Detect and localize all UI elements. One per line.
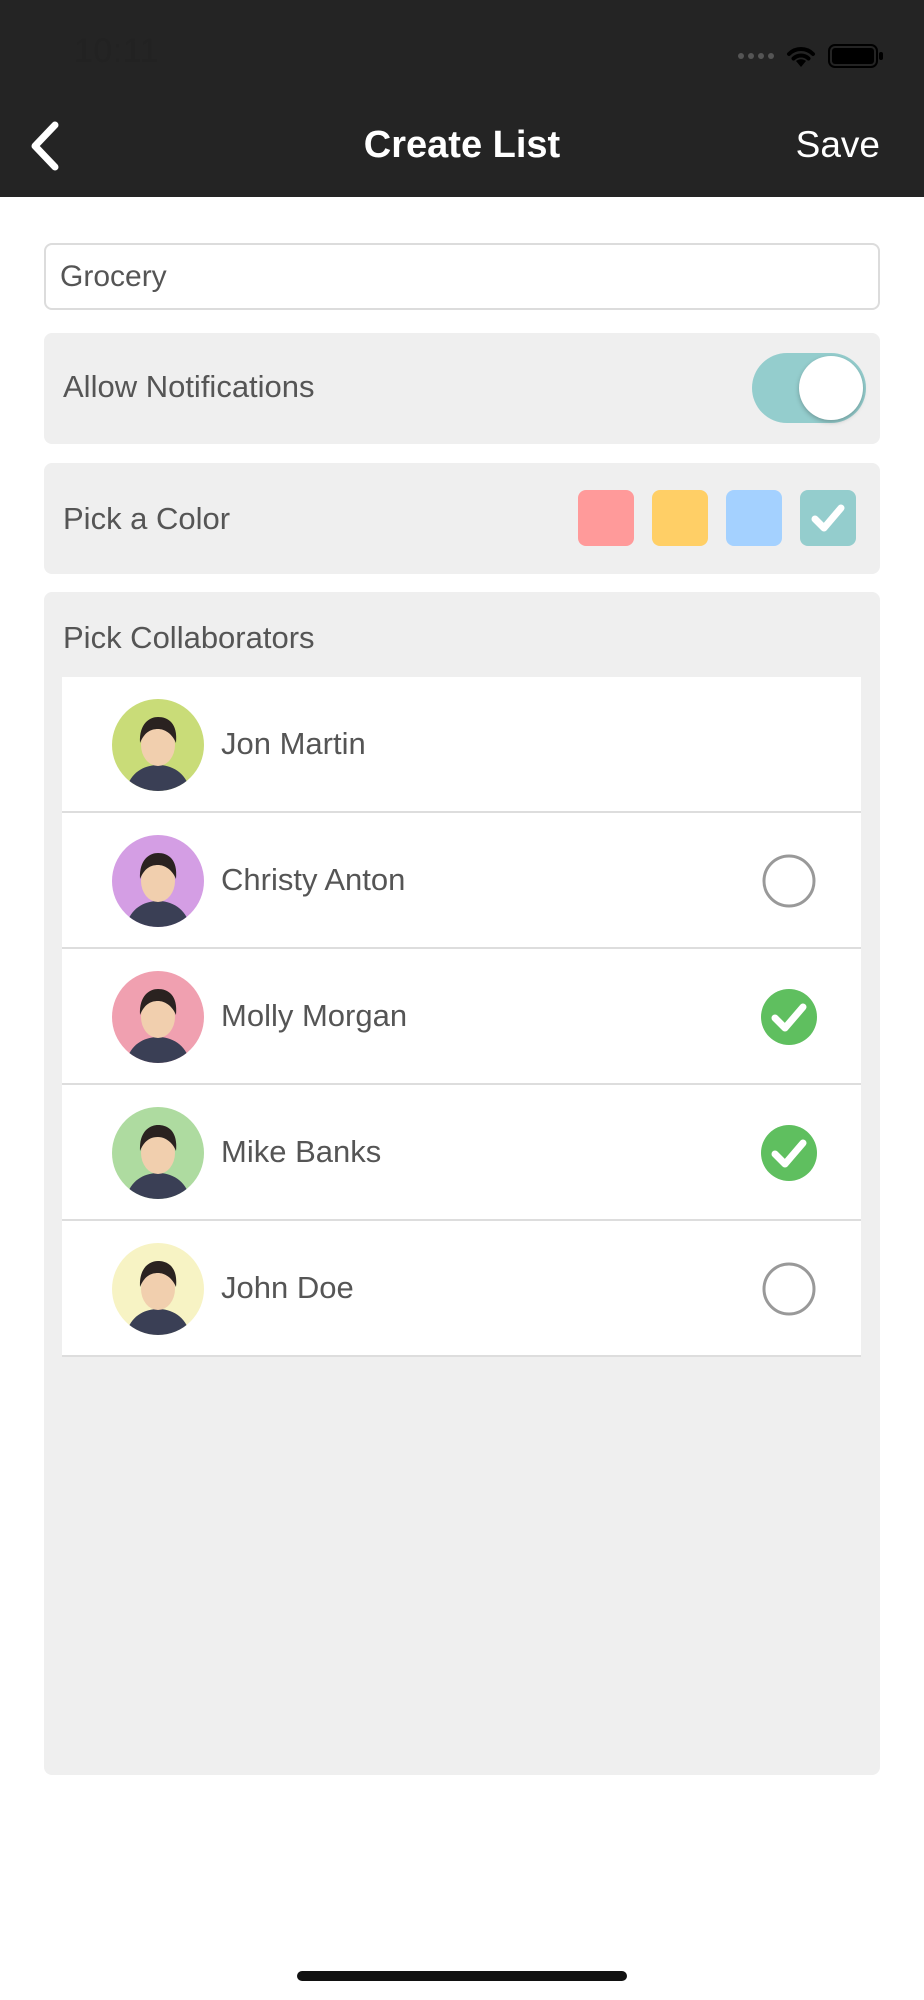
check-circle-icon: [761, 989, 817, 1045]
avatar: [112, 971, 204, 1063]
check-circle-icon: [761, 1125, 817, 1181]
collaborator-row[interactable]: Jon Martin: [62, 677, 861, 813]
color-swatch-teal[interactable]: [800, 490, 856, 546]
avatar: [112, 835, 204, 927]
collaborator-name: Christy Anton: [221, 862, 406, 897]
person-icon: [112, 971, 204, 1063]
checkmark-icon: [811, 504, 845, 532]
color-swatch-red[interactable]: [578, 490, 634, 546]
selection-indicator[interactable]: [761, 1261, 817, 1317]
collaborator-row[interactable]: Molly Morgan: [62, 949, 861, 1085]
collaborator-list: Jon Martin Christy Anton Molly Morgan Mi…: [62, 677, 861, 1357]
battery-icon: [828, 44, 883, 68]
avatar: [112, 699, 204, 791]
status-indicators: [738, 42, 884, 70]
empty-circle-icon: [762, 854, 816, 908]
home-indicator: [297, 1971, 627, 1981]
color-swatch-blue[interactable]: [726, 490, 782, 546]
wifi-icon: [787, 47, 815, 67]
color-swatch-yellow[interactable]: [652, 490, 708, 546]
collaborator-name: John Doe: [221, 1270, 354, 1305]
color-picker-row: Pick a Color: [44, 463, 880, 574]
save-button[interactable]: Save: [796, 124, 880, 166]
collaborators-label: Pick Collaborators: [63, 620, 315, 655]
person-icon: [112, 1243, 204, 1335]
collaborator-row[interactable]: Christy Anton: [62, 813, 861, 949]
selection-indicator[interactable]: [761, 989, 817, 1045]
collaborator-row[interactable]: Mike Banks: [62, 1085, 861, 1221]
list-name-input[interactable]: [44, 243, 880, 310]
color-picker-label: Pick a Color: [63, 501, 231, 536]
color-swatches: [578, 490, 856, 546]
collaborator-name: Mike Banks: [221, 1134, 382, 1169]
notifications-row: Allow Notifications: [44, 333, 880, 444]
person-icon: [112, 835, 204, 927]
person-icon: [112, 1107, 204, 1199]
selection-indicator[interactable]: [761, 853, 817, 909]
collaborator-name: Jon Martin: [221, 726, 366, 761]
avatar: [112, 1243, 204, 1335]
notifications-toggle[interactable]: [752, 353, 866, 423]
page-title: Create List: [363, 124, 561, 166]
collaborator-name: Molly Morgan: [221, 998, 408, 1033]
notifications-label: Allow Notifications: [63, 369, 315, 404]
status-time: 10:11: [74, 32, 160, 70]
collaborators-panel: Pick Collaborators Jon Martin Christy An…: [44, 592, 880, 1775]
collaborator-row[interactable]: John Doe: [62, 1221, 861, 1357]
nav-bar: 10:11 Create List Save: [0, 0, 924, 197]
person-icon: [112, 699, 204, 791]
selection-indicator[interactable]: [761, 1125, 817, 1181]
avatar: [112, 1107, 204, 1199]
empty-circle-icon: [762, 1262, 816, 1316]
toggle-knob: [799, 356, 863, 420]
signal-icon: [738, 53, 774, 59]
